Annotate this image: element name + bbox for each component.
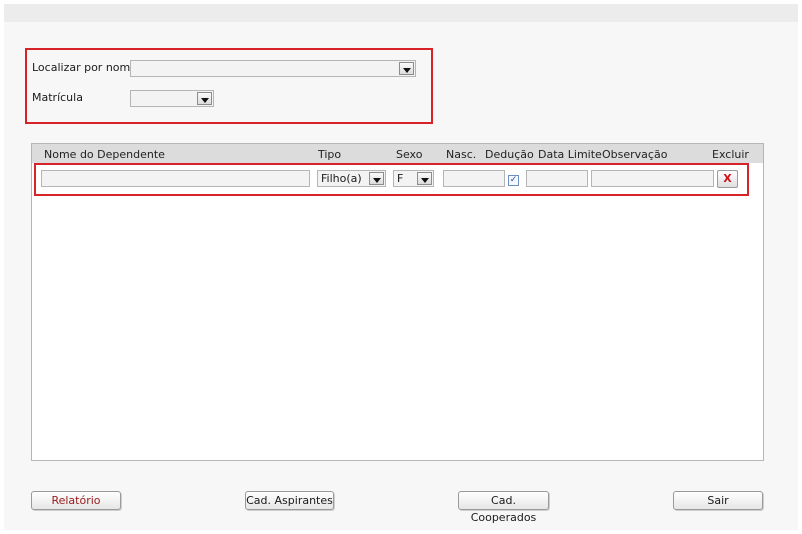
matricula-label: Matrícula bbox=[32, 91, 83, 104]
column-header-nome: Nome do Dependente bbox=[44, 148, 165, 161]
chevron-down-icon bbox=[403, 68, 411, 73]
sexo-dropdown-button[interactable] bbox=[417, 172, 432, 185]
observacao-input[interactable] bbox=[591, 170, 714, 187]
chevron-down-icon bbox=[201, 98, 209, 103]
chevron-down-icon bbox=[373, 178, 381, 183]
sexo-value: F bbox=[397, 172, 404, 185]
name-search-combobox[interactable] bbox=[130, 60, 416, 77]
relatorio-button[interactable]: Relatório bbox=[31, 491, 121, 510]
data-limite-input[interactable] bbox=[526, 170, 588, 187]
column-header-deducao: Dedução bbox=[485, 148, 534, 161]
sair-button[interactable]: Sair bbox=[673, 491, 763, 510]
column-header-observacao: Observação bbox=[602, 148, 668, 161]
cad-cooperados-button[interactable]: Cad. Cooperados bbox=[458, 491, 549, 524]
name-search-dropdown-button[interactable] bbox=[399, 62, 414, 75]
deducao-checkbox[interactable]: ✓ bbox=[508, 175, 519, 186]
matricula-dropdown-button[interactable] bbox=[197, 92, 212, 105]
tipo-select[interactable]: Filho(a) bbox=[317, 170, 386, 187]
dependent-name-input[interactable] bbox=[41, 170, 310, 187]
column-header-excluir: Excluir bbox=[712, 148, 749, 161]
tipo-dropdown-button[interactable] bbox=[369, 172, 384, 185]
column-header-nasc: Nasc. bbox=[446, 148, 477, 161]
cad-aspirantes-button[interactable]: Cad. Aspirantes bbox=[245, 491, 334, 510]
matricula-combobox[interactable] bbox=[130, 90, 214, 107]
title-bar bbox=[4, 4, 798, 22]
column-header-data-limite: Data Limite bbox=[538, 148, 602, 161]
nasc-input[interactable] bbox=[443, 170, 505, 187]
column-header-sexo: Sexo bbox=[396, 148, 423, 161]
grid-header: Nome do Dependente Tipo Sexo Nasc. Deduç… bbox=[32, 144, 763, 163]
delete-row-button[interactable]: X bbox=[717, 170, 738, 188]
chevron-down-icon bbox=[421, 178, 429, 183]
name-search-label: Localizar por nome bbox=[32, 61, 138, 74]
tipo-value: Filho(a) bbox=[321, 172, 362, 185]
sexo-select[interactable]: F bbox=[393, 170, 434, 187]
column-header-tipo: Tipo bbox=[318, 148, 342, 161]
